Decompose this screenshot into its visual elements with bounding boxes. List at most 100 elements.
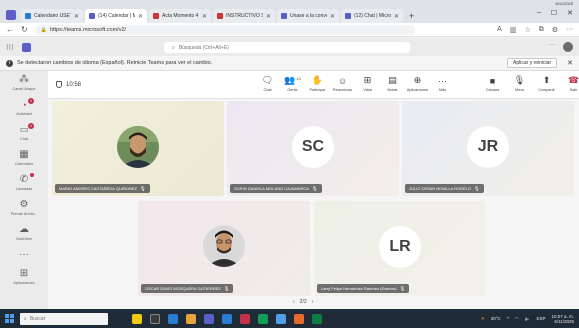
favorites-star-icon[interactable]: ☆ (524, 26, 530, 34)
close-tab-icon[interactable]: ✕ (266, 13, 271, 20)
participant-tile[interactable]: JR JULIO CESAR BONILLA RODELO 🎙 (402, 101, 574, 196)
tool-share[interactable]: ⬆ Compartir (534, 74, 559, 92)
browser-tab[interactable]: Acta Momento 4 y 5 ✕ (149, 9, 211, 23)
taskbar-search-input[interactable] (29, 315, 90, 322)
windows-start-icon[interactable] (5, 314, 14, 323)
tool-mic[interactable]: 🎙 Micro (507, 74, 532, 92)
search-icon: ⌕ (172, 44, 175, 51)
apply-restart-button[interactable]: Aplicar y reiniciar (507, 58, 558, 68)
close-tab-icon[interactable]: ✕ (74, 13, 79, 20)
meeting-timer: 10:58 (56, 81, 81, 88)
browser-tab[interactable]: Calendario USETT RC ✕ (21, 9, 83, 23)
close-tab-icon[interactable]: ✕ (394, 13, 399, 20)
teams-search-input[interactable] (178, 44, 379, 51)
rail-item-activity[interactable]: ◔ 1 Actividad (0, 98, 48, 116)
rail-item-canal-unique[interactable]: ⁂ Canal Unique (0, 74, 48, 91)
widgets-icon[interactable] (132, 313, 142, 324)
mic-muted-icon: 🎙 (311, 185, 318, 191)
back-arrow-icon[interactable]: ← (6, 25, 14, 34)
outlook-icon (25, 13, 31, 19)
edge-icon[interactable] (168, 313, 178, 324)
rail-item-files[interactable]: ⚙ Prende Archiv... (0, 199, 48, 216)
taskbar-search[interactable]: ⌕ (20, 312, 108, 325)
close-tab-icon[interactable]: ✕ (330, 13, 335, 20)
app-taskbar-icon[interactable] (240, 313, 250, 324)
meeting-media-controls: ■ Cámara 🎙 Micro ⬆ Compartir ☎ Salir (480, 74, 579, 92)
teams-taskbar-icon[interactable] (204, 313, 214, 324)
close-tab-icon[interactable]: ✕ (138, 13, 143, 20)
teams-icon (345, 13, 351, 19)
teams-icon (281, 13, 287, 19)
cloud-icon: ☁ (19, 224, 29, 235)
browser-tab[interactable]: Únase a la conversaci ✕ (277, 9, 339, 23)
settings-more-icon[interactable]: ··· (549, 42, 555, 52)
app2-taskbar-icon[interactable] (312, 313, 322, 324)
minimize-button[interactable]: – (537, 9, 541, 17)
language-indicator[interactable]: ESP (536, 316, 545, 321)
people-icon: 👥 14 (284, 75, 301, 85)
rail-item-chat[interactable]: ▭ 1 Chat (0, 123, 48, 141)
tool-view[interactable]: ⊞ Vista (355, 74, 380, 92)
tool-people[interactable]: 👥 14 Gente (280, 74, 305, 92)
taskbar-clock[interactable]: 10:07 a. m. 6/11/2025 (551, 314, 574, 324)
browser-tab-active[interactable]: (14) Calendar | Mi ✕ (85, 9, 147, 23)
store-taskbar-icon[interactable] (276, 313, 286, 324)
phone-icon: ✆ (18, 173, 34, 185)
refresh-icon[interactable]: ↻ (21, 25, 28, 34)
rail-item-apps[interactable]: ⊞ Aplicaciones (0, 268, 48, 285)
close-window-button[interactable]: ✕ (567, 9, 573, 17)
timer-text: 10:58 (66, 81, 82, 88)
chat-badge: 1 (28, 123, 34, 129)
browser-tab[interactable]: (12) Chat | Microsoft T ✕ (341, 9, 403, 23)
participant-tile[interactable]: SC SORIN DANIELA MOLANO CAJAMARCA 🎙 (227, 101, 399, 196)
tool-more[interactable]: ··· Más (430, 74, 455, 93)
rail-item-calls[interactable]: ✆ Llamadas (0, 173, 48, 191)
user-avatar[interactable] (563, 42, 573, 52)
tool-leave[interactable]: ☎ Salir (561, 74, 579, 92)
close-notification-icon[interactable]: ✕ (567, 59, 573, 67)
browser-tab[interactable]: INSTRUCTIVO SOLIFI ✕ (213, 9, 275, 23)
url-field[interactable]: 🔒 https://teams.microsoft.com/v2/ (34, 24, 415, 35)
read-aloud-icon[interactable]: A (497, 26, 502, 34)
file-explorer-icon[interactable] (186, 313, 196, 324)
new-tab-button[interactable]: + (409, 11, 414, 21)
outlook-taskbar-icon[interactable] (222, 313, 232, 324)
teams-header: ⁝⁝⁝ ⌕ ··· (0, 38, 579, 56)
participant-tile[interactable]: OSCAR DAVID MOSQUERA GUTIERREZ 🎙 (138, 201, 310, 296)
participant-nameplate: MARIO ANDRES CASTAÑEDA QUIÑONEZ 🎙 (55, 184, 150, 193)
tray-arrow-icon[interactable]: ^ (507, 316, 509, 321)
browser-menu-icon[interactable] (6, 10, 16, 20)
tool-raise-hand[interactable]: ✋ Participar (305, 74, 330, 92)
split-screen-icon[interactable]: ▥ (510, 26, 517, 34)
participant-tile[interactable]: MARIO ANDRES CASTAÑEDA QUIÑONEZ 🎙 (52, 101, 224, 196)
next-page-button[interactable]: › (312, 299, 314, 305)
chrome-taskbar-icon[interactable] (294, 313, 304, 324)
view-icon: ⊞ (363, 75, 372, 85)
volume-icon[interactable]: 🔈 (525, 316, 531, 322)
browser-more-icon[interactable]: ··· (566, 26, 573, 34)
participant-tile[interactable]: LR Larry Felipe Hernández Ramírez (Exter… (314, 201, 486, 296)
rail-item-more[interactable]: ··· (0, 249, 48, 260)
rail-item-calendar[interactable]: ▦ Calendario (0, 149, 48, 166)
maximize-button[interactable]: ☐ (551, 9, 557, 17)
system-tray: ☀ 30°C ^ ◠ 🔈 ESP 10:07 a. m. 6/11/2025 (481, 314, 574, 324)
window-controls: – ☐ ✕ (537, 9, 573, 17)
rail-item-onedrive[interactable]: ☁ OneDrive (0, 224, 48, 241)
excel-taskbar-icon[interactable] (258, 313, 268, 324)
page-indicator: 2/2 (299, 299, 307, 305)
tool-chat[interactable]: 🗨 Chat (255, 74, 280, 92)
collections-icon[interactable]: ⧉ (539, 26, 544, 34)
calendar-icon: ▦ (19, 149, 29, 160)
notes-icon: ▤ (388, 75, 397, 85)
extensions-icon[interactable]: ⚙ (552, 26, 558, 34)
prev-page-button[interactable]: ‹ (293, 299, 295, 305)
tool-apps[interactable]: ⊕ Aplicaciones (405, 74, 430, 92)
teams-search-box[interactable]: ⌕ (164, 42, 410, 53)
close-tab-icon[interactable]: ✕ (202, 13, 207, 20)
tool-notes[interactable]: ▤ Notas (380, 74, 405, 92)
tool-react[interactable]: ☺ Reaccionar (330, 74, 355, 93)
task-view-icon[interactable] (150, 313, 160, 324)
tool-camera[interactable]: ■ Cámara (480, 74, 505, 93)
app-launcher-icon[interactable]: ⁝⁝⁝ (6, 43, 14, 52)
wifi-icon[interactable]: ◠ (515, 316, 519, 322)
